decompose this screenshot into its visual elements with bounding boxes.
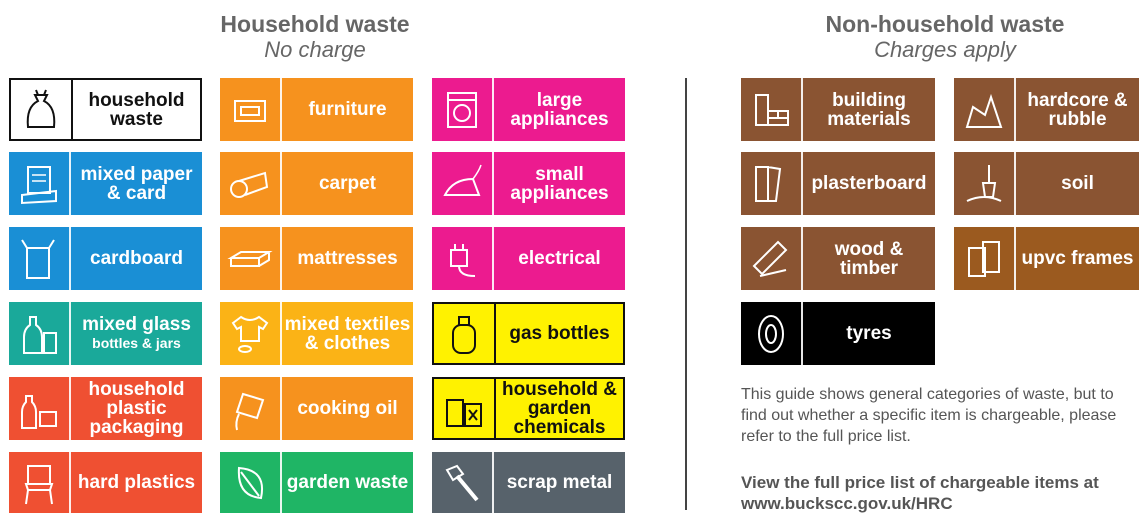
tyre-icon bbox=[741, 302, 803, 365]
washing-machine-icon bbox=[432, 78, 494, 141]
tile-wood-timber: wood & timber bbox=[741, 227, 935, 290]
tile-household-waste: household waste bbox=[9, 78, 202, 141]
glass-bottles-icon bbox=[9, 302, 71, 365]
tile-label: large appliances bbox=[510, 89, 609, 130]
guide-note: This guide shows general categories of w… bbox=[741, 386, 1117, 445]
plastic-chair-icon bbox=[9, 452, 71, 513]
tile-label: mixed glass bbox=[82, 313, 191, 335]
tile-label: plasterboard bbox=[811, 173, 927, 194]
tile-cooking-oil: cooking oil bbox=[220, 377, 413, 440]
section-divider bbox=[685, 78, 687, 510]
plastic-packaging-icon bbox=[9, 377, 71, 440]
tile-label: soil bbox=[1061, 173, 1094, 194]
tile-furniture: furniture bbox=[220, 78, 413, 141]
plasterboard-icon bbox=[741, 152, 803, 215]
plug-icon bbox=[432, 227, 494, 290]
cardboard-box-icon bbox=[9, 227, 71, 290]
tile-sublabel: bottles & jars bbox=[92, 334, 181, 351]
tile-label: scrap metal bbox=[506, 472, 613, 493]
tile-label: mattresses bbox=[297, 248, 398, 269]
price-list-link[interactable]: View the full price list of chargeable i… bbox=[741, 472, 1139, 514]
tile-label: hard plastics bbox=[77, 472, 196, 493]
household-subtitle: No charge bbox=[264, 37, 366, 62]
nonhousehold-header: Non-household waste Charges apply bbox=[790, 11, 1100, 63]
tile-mattresses: mattresses bbox=[220, 227, 413, 290]
shovel-icon bbox=[954, 152, 1016, 215]
tile-gas-bottles: gas bottles bbox=[432, 302, 625, 365]
armchair-icon bbox=[220, 78, 282, 141]
nonhousehold-subtitle: Charges apply bbox=[874, 37, 1016, 62]
tile-label: household waste bbox=[88, 89, 185, 130]
bricks-icon bbox=[741, 78, 803, 141]
window-frame-icon bbox=[954, 227, 1016, 290]
carpet-roll-icon bbox=[220, 152, 282, 215]
household-title: Household waste bbox=[220, 11, 410, 37]
tile-tyres: tyres bbox=[741, 302, 935, 365]
tile-hardcore-rubble: hardcore & rubble bbox=[954, 78, 1139, 141]
clothes-icon bbox=[220, 302, 282, 365]
tile-label: tyres bbox=[846, 323, 892, 344]
tile-label: cardboard bbox=[90, 248, 183, 269]
iron-icon bbox=[432, 152, 494, 215]
tile-label-wrap: mixed glass bottles & jars bbox=[71, 302, 202, 365]
tile-label: mixed textiles & clothes bbox=[284, 313, 411, 354]
tile-label: gas bottles bbox=[509, 323, 610, 344]
bin-bag-icon bbox=[11, 80, 73, 139]
tile-garden-waste: garden waste bbox=[220, 452, 413, 513]
tile-mixed-glass: mixed glass bottles & jars bbox=[9, 302, 202, 365]
tile-electrical: electrical bbox=[432, 227, 625, 290]
tile-label: small appliances bbox=[510, 163, 609, 204]
bolt-icon bbox=[432, 452, 494, 513]
tile-label: mixed paper & card bbox=[80, 163, 193, 204]
tile-upvc-frames: upvc frames bbox=[954, 227, 1139, 290]
tile-large-appliances: large appliances bbox=[432, 78, 625, 141]
tile-hard-plastics: hard plastics bbox=[9, 452, 202, 513]
household-header: Household waste No charge bbox=[200, 11, 430, 63]
nonhousehold-title: Non-household waste bbox=[825, 11, 1065, 37]
tile-building-materials: building materials bbox=[741, 78, 935, 141]
tile-small-appliances: small appliances bbox=[432, 152, 625, 215]
tile-label: furniture bbox=[308, 99, 387, 120]
tile-label: carpet bbox=[318, 173, 377, 194]
mattress-icon bbox=[220, 227, 282, 290]
tile-label: upvc frames bbox=[1021, 248, 1134, 269]
tile-label: household & garden chemicals bbox=[501, 379, 618, 438]
rubble-icon bbox=[954, 78, 1016, 141]
chemicals-icon bbox=[434, 379, 496, 438]
tile-textiles: mixed textiles & clothes bbox=[220, 302, 413, 365]
tile-label: household plastic packaging bbox=[88, 379, 185, 438]
timber-icon bbox=[741, 227, 803, 290]
tile-carpet: carpet bbox=[220, 152, 413, 215]
tile-scrap-metal: scrap metal bbox=[432, 452, 625, 513]
tile-plastic-packaging: household plastic packaging bbox=[9, 377, 202, 440]
tile-label: garden waste bbox=[286, 472, 409, 493]
tile-label: wood & timber bbox=[834, 238, 904, 279]
tile-plasterboard: plasterboard bbox=[741, 152, 935, 215]
leaf-icon bbox=[220, 452, 282, 513]
oil-can-icon bbox=[220, 377, 282, 440]
tile-label: cooking oil bbox=[297, 398, 398, 419]
tile-mixed-paper: mixed paper & card bbox=[9, 152, 202, 215]
tile-label: hardcore & rubble bbox=[1027, 89, 1128, 130]
gas-bottle-icon bbox=[434, 304, 496, 363]
tile-label: building materials bbox=[827, 89, 911, 130]
tile-chemicals: household & garden chemicals bbox=[432, 377, 625, 440]
tile-soil: soil bbox=[954, 152, 1139, 215]
tile-cardboard: cardboard bbox=[9, 227, 202, 290]
paper-card-icon bbox=[9, 152, 71, 215]
tile-label: electrical bbox=[518, 248, 601, 269]
